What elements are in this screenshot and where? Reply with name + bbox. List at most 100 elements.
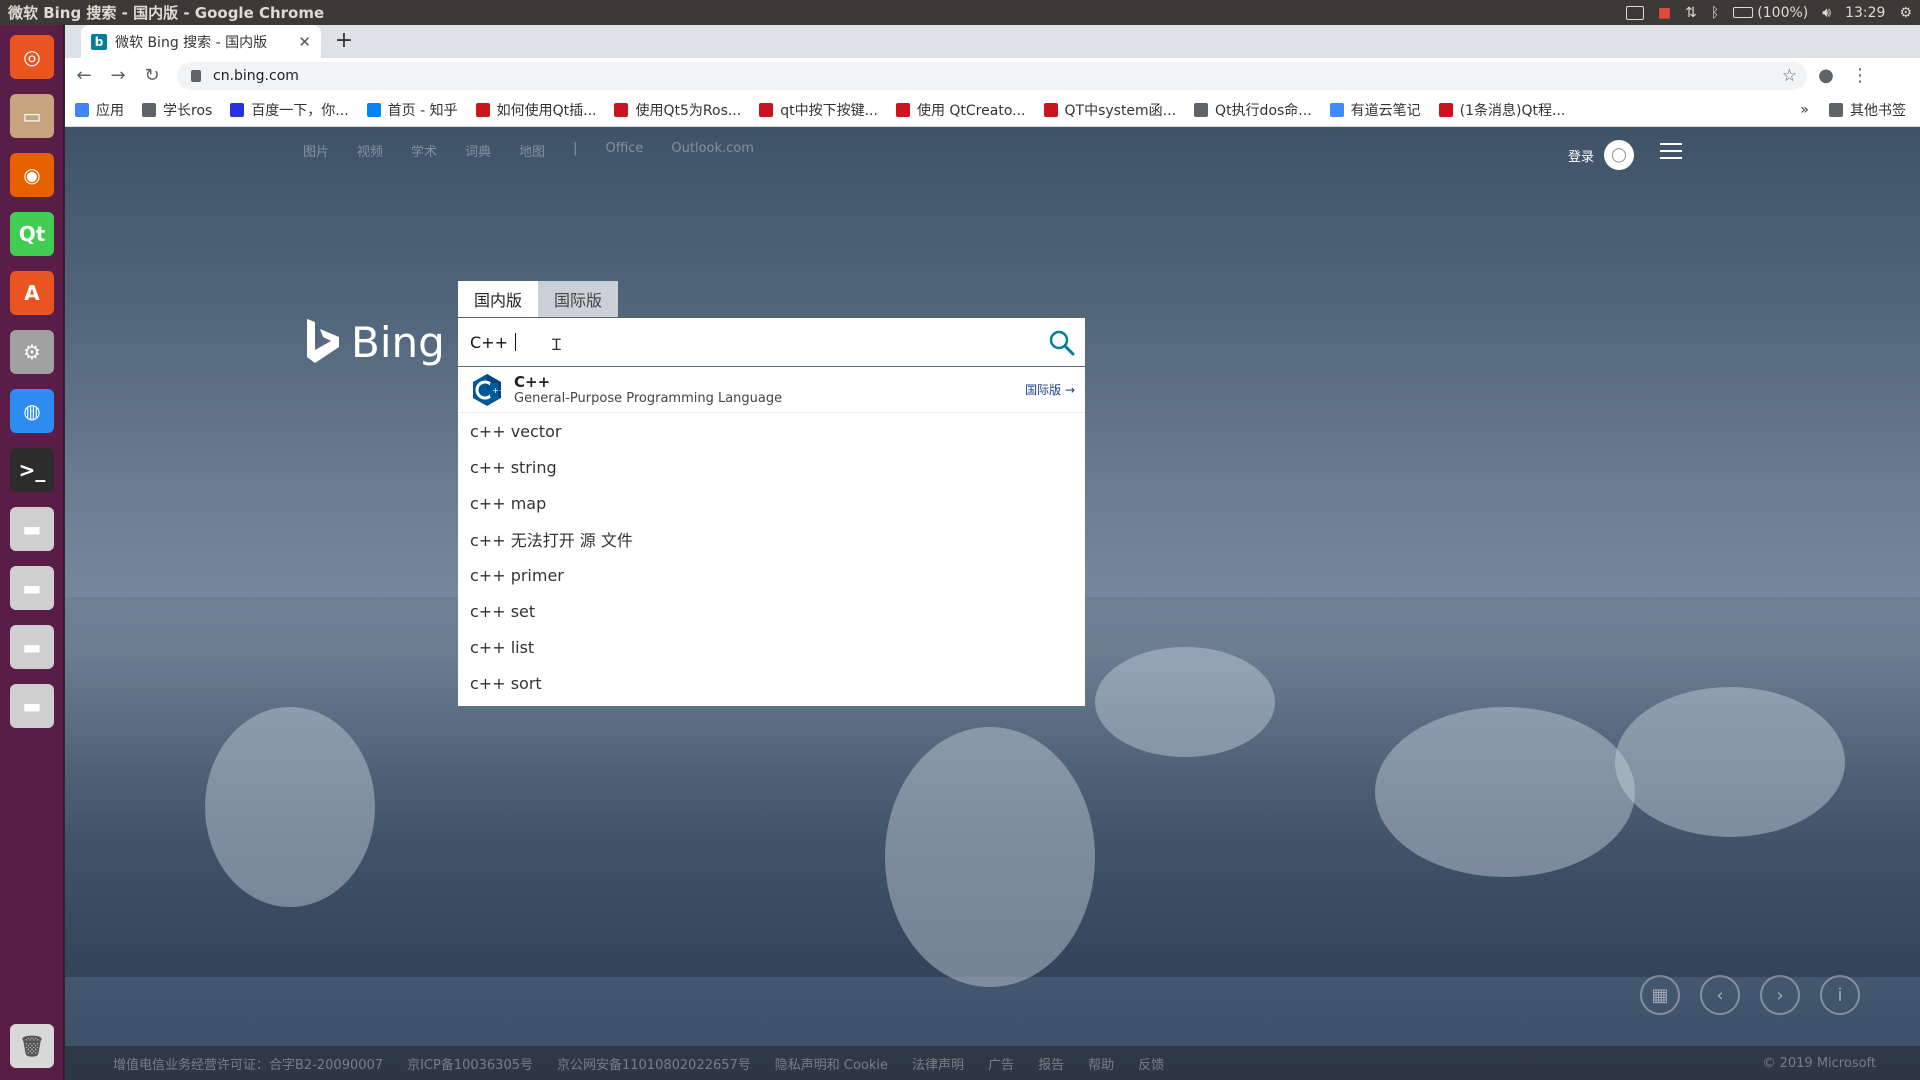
footer-link[interactable]: 法律声明 xyxy=(912,1054,964,1073)
panel-indicators: ■ ⇅ ᛒ (100%) 🔊︎ 13:29 ⚙ xyxy=(1625,5,1912,21)
suggestion-item[interactable]: c++ string xyxy=(458,449,1085,485)
launcher-item[interactable]: ◎ xyxy=(6,31,58,83)
search-query-text: C++ xyxy=(470,332,514,352)
suggestion-item[interactable]: c++ list xyxy=(458,629,1085,665)
suggestion-item[interactable]: c++ vector xyxy=(458,413,1085,449)
network-icon[interactable]: ⇅ xyxy=(1685,5,1697,21)
bookmark-item[interactable]: 如何使用Qt插... xyxy=(475,100,596,120)
profile-icon[interactable]: ● xyxy=(1811,61,1841,91)
search-input[interactable]: C++ Ɪ xyxy=(458,318,1085,366)
sign-in-label: 登录 xyxy=(1568,149,1595,165)
bookmark-item[interactable]: 有道云笔记 xyxy=(1329,100,1421,120)
suggestion-item[interactable]: c++ map xyxy=(458,485,1085,521)
bookmark-item[interactable]: QT中system函... xyxy=(1043,100,1176,120)
footer-link[interactable]: 京公网安备11010802022657号 xyxy=(557,1054,751,1073)
top-nav-link[interactable]: Outlook.com xyxy=(671,141,754,160)
bookmark-item[interactable]: 使用Qt5为Ros... xyxy=(614,100,741,120)
reload-button[interactable]: ↻ xyxy=(137,61,167,91)
bookmark-item[interactable]: 首页 - 知乎 xyxy=(366,100,458,120)
launcher-item[interactable]: ▬ xyxy=(6,503,58,555)
bookmark-star-icon[interactable]: ☆ xyxy=(1782,66,1797,86)
launcher-item[interactable]: ◉ xyxy=(6,149,58,201)
tab-bing[interactable]: b 微软 Bing 搜索 - 国内版 ✕ xyxy=(81,25,321,58)
search-icon[interactable] xyxy=(1049,330,1075,356)
record-icon[interactable]: ■ xyxy=(1658,5,1671,21)
launcher-item[interactable]: ▬ xyxy=(6,621,58,673)
ubuntu-dash-icon: ◎ xyxy=(10,35,54,79)
tab-domestic[interactable]: 国内版 xyxy=(458,281,539,317)
image-info-button[interactable]: i xyxy=(1820,975,1860,1015)
bluetooth-icon[interactable]: ᛒ xyxy=(1711,5,1719,21)
bookmark-item[interactable]: 学长ros xyxy=(142,100,212,120)
launcher-item[interactable]: ◍ xyxy=(6,385,58,437)
search-scope-tabs: 国内版 国际版 xyxy=(458,281,619,317)
entity-international-link[interactable]: 国际版 → xyxy=(1025,381,1075,398)
bookmark-item[interactable]: 使用 QtCreato... xyxy=(895,100,1026,120)
chrome-icon: ◍ xyxy=(10,389,54,433)
launcher-item[interactable]: ⚙ xyxy=(6,326,58,378)
copyright: © 2019 Microsoft xyxy=(1762,1055,1876,1071)
previous-image-button[interactable]: ‹ xyxy=(1700,975,1740,1015)
launcher-item[interactable]: ▭ xyxy=(6,90,58,142)
launcher-item[interactable]: A xyxy=(6,267,58,319)
launcher-item-trash[interactable]: 🗑 xyxy=(6,1020,58,1072)
address-bar[interactable]: cn.bing.com ☆ xyxy=(177,61,1807,90)
bookmark-item[interactable]: qt中按下按键... xyxy=(759,100,878,120)
bookmark-item[interactable]: (1条消息)Qt程... xyxy=(1438,100,1565,120)
qr-code-icon[interactable]: ▦ xyxy=(1640,975,1680,1015)
footer-link[interactable]: 隐私声明和 Cookie xyxy=(775,1054,888,1073)
suggestion-item[interactable]: c++ set xyxy=(458,593,1085,629)
bookmark-label: 学长ros xyxy=(163,102,213,119)
bookmark-favicon-icon xyxy=(142,102,156,117)
back-button[interactable]: ← xyxy=(69,61,99,91)
launcher-item[interactable]: >_ xyxy=(6,444,58,496)
user-avatar-icon[interactable]: ◯ xyxy=(1604,140,1635,170)
top-nav-link[interactable]: Office xyxy=(605,141,643,160)
system-gear-icon[interactable]: ⚙ xyxy=(1899,5,1912,21)
top-nav-link[interactable]: 词典 xyxy=(465,141,491,160)
entity-suggestion[interactable]: ++ C++ General-Purpose Programming Langu… xyxy=(458,367,1085,413)
bookmark-item[interactable]: Qt执行dos命... xyxy=(1194,100,1312,120)
footer-link[interactable]: 京ICP备10036305号 xyxy=(407,1054,533,1073)
top-nav-link[interactable]: 图片 xyxy=(303,141,329,160)
volume-icon[interactable]: 🔊︎ xyxy=(1822,5,1831,21)
suggestion-item[interactable]: c++ sort xyxy=(458,665,1085,701)
footer-link[interactable]: 报告 xyxy=(1038,1054,1064,1073)
more-bookmarks-button[interactable]: » xyxy=(1800,102,1809,118)
lock-icon[interactable] xyxy=(191,69,201,82)
tab-international[interactable]: 国际版 xyxy=(538,281,619,317)
footer-link[interactable]: 反馈 xyxy=(1138,1054,1164,1073)
suggestion-item[interactable]: c++ 无法打开 源 文件 xyxy=(458,521,1085,557)
bookmark-item[interactable]: 应用 xyxy=(75,100,124,120)
bing-b-logo-icon xyxy=(307,319,339,363)
other-bookmarks-folder[interactable]: 其他书签 xyxy=(1829,100,1906,120)
top-panel: 微软 Bing 搜索 - 国内版 - Google Chrome ■ ⇅ ᛒ (… xyxy=(0,0,1920,25)
bing-homepage: 图片 视频 学术 词典 地图 | Office Outlook.com 登录 ◯ Bing 国… xyxy=(65,127,1920,1080)
suggestion-item[interactable]: c++ primer xyxy=(458,557,1085,593)
top-nav-link[interactable]: 地图 xyxy=(519,141,545,160)
entity-title: C++ xyxy=(514,373,551,391)
sign-in[interactable]: 登录 ◯ xyxy=(1568,140,1635,170)
close-tab-icon[interactable]: ✕ xyxy=(298,33,311,51)
new-tab-button[interactable]: + xyxy=(331,29,357,55)
launcher-item[interactable]: Qt xyxy=(6,208,58,260)
top-nav-link[interactable]: 学术 xyxy=(411,141,437,160)
footer-link[interactable]: 帮助 xyxy=(1088,1054,1114,1073)
battery-icon[interactable]: (100%) xyxy=(1733,5,1808,21)
keyboard-icon[interactable] xyxy=(1625,5,1644,20)
background-image xyxy=(1615,687,1845,837)
launcher-item[interactable]: ▬ xyxy=(6,562,58,614)
launcher-item[interactable]: ▬ xyxy=(6,680,58,732)
tab-title: 微软 Bing 搜索 - 国内版 xyxy=(115,34,268,51)
bookmark-item[interactable]: 百度一下，你... xyxy=(230,100,349,120)
top-nav-link[interactable]: 视频 xyxy=(357,141,383,160)
background-image xyxy=(205,707,375,907)
forward-button[interactable]: → xyxy=(103,61,133,91)
menu-kebab-icon[interactable]: ⋮ xyxy=(1845,61,1875,91)
footer-link[interactable]: 增值电信业务经营许可证：合字B2-20090007 xyxy=(113,1054,383,1073)
bing-logo[interactable]: Bing xyxy=(305,317,445,367)
footer-link[interactable]: 广告 xyxy=(988,1054,1014,1073)
clock[interactable]: 13:29 xyxy=(1845,5,1885,21)
next-image-button[interactable]: › xyxy=(1760,975,1800,1015)
hamburger-menu-icon[interactable] xyxy=(1660,143,1682,159)
